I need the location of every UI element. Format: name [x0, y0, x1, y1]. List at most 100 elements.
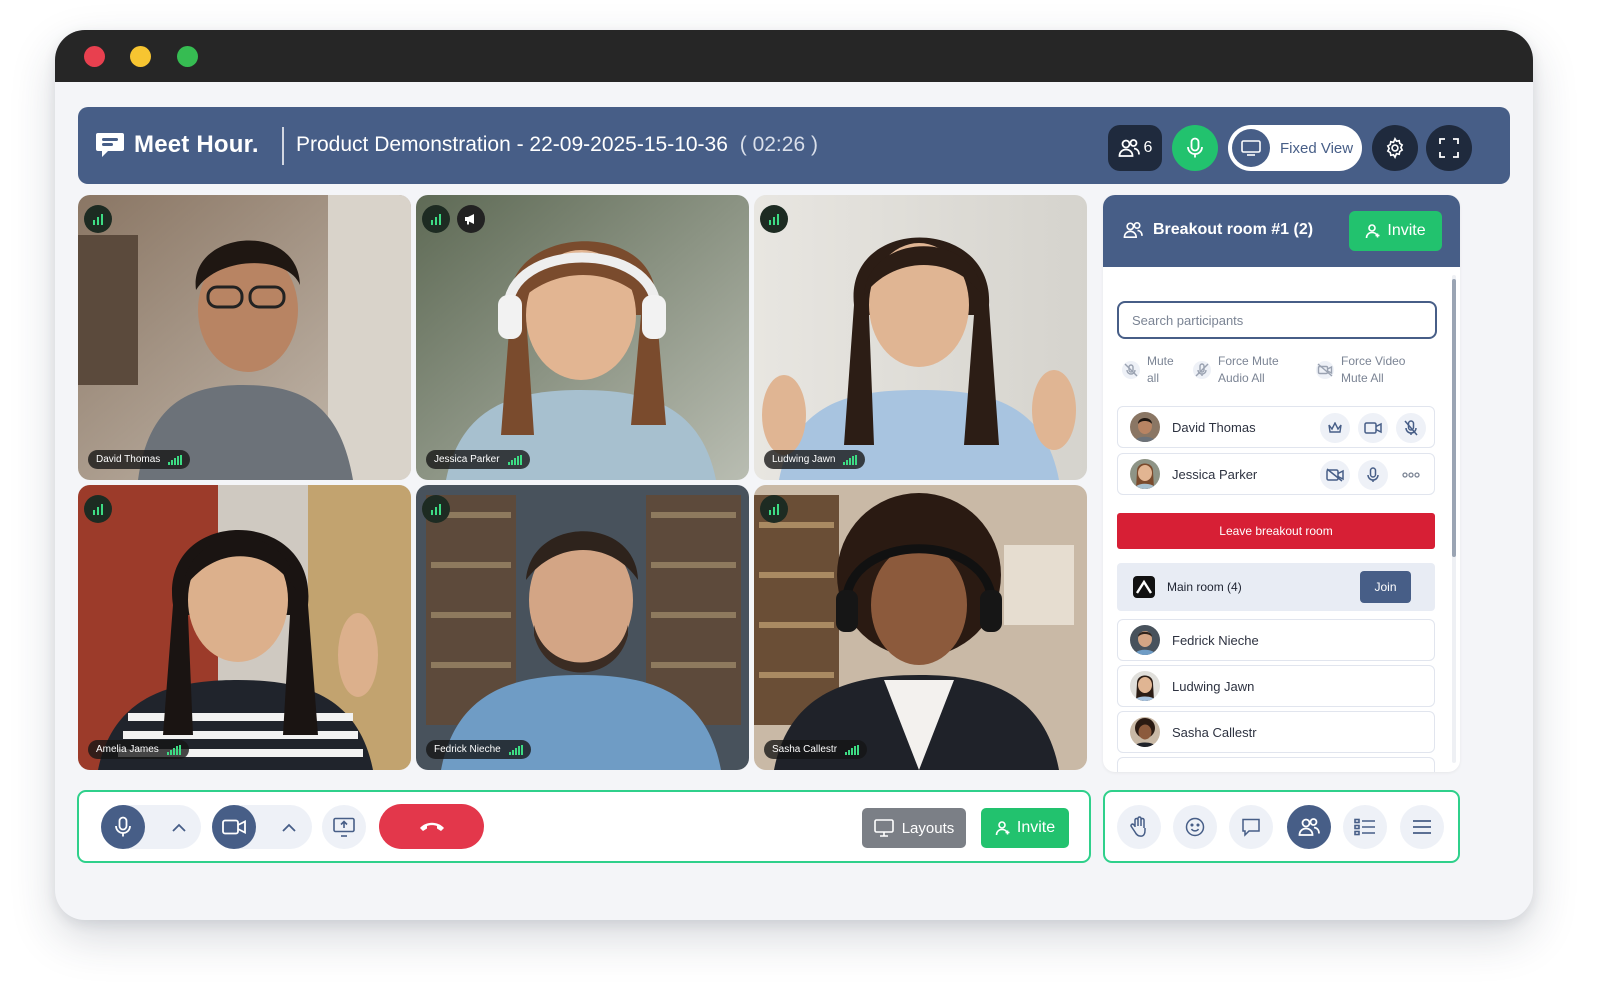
- avatar: [1130, 412, 1160, 442]
- layouts-button[interactable]: Layouts: [862, 808, 966, 848]
- brand-name: Meet Hour.: [134, 131, 259, 158]
- settings-button[interactable]: [1372, 125, 1418, 171]
- secondary-toolbar: [1103, 790, 1460, 863]
- chat-icon: [1242, 818, 1260, 837]
- gear-icon: [1386, 137, 1404, 159]
- camera-options-button[interactable]: [267, 805, 311, 849]
- video-tile[interactable]: Fedrick Nieche: [416, 485, 749, 770]
- participant-name-tag: David Thomas: [88, 450, 191, 469]
- hang-up-icon: [419, 822, 444, 831]
- participant-name: David Thomas: [96, 454, 161, 465]
- action-label-line: Audio All: [1218, 371, 1265, 385]
- brand-logo: Meet Hour.: [94, 129, 259, 161]
- breakout-invite-label: Invite: [1387, 222, 1426, 239]
- action-label-line: Force Mute: [1218, 354, 1279, 368]
- breakout-invite-button[interactable]: Invite: [1349, 211, 1442, 251]
- mic-options-button[interactable]: [157, 805, 201, 849]
- video-tile[interactable]: Ludwing Jawn: [754, 195, 1087, 480]
- avatar: [1130, 459, 1160, 489]
- video-off-icon[interactable]: [1320, 460, 1350, 490]
- participants-count-button[interactable]: 6: [1108, 125, 1162, 171]
- search-participants-input[interactable]: [1117, 301, 1437, 339]
- force-mute-audio-action[interactable]: Force Mute Audio All: [1192, 353, 1279, 387]
- toggle-mic-button[interactable]: [101, 805, 145, 849]
- crown-icon[interactable]: [1320, 413, 1350, 443]
- main-room-row[interactable]: Main room (4) Join: [1117, 563, 1435, 611]
- invite-label: Invite: [1016, 819, 1056, 836]
- participant-row[interactable]: Ludwing Jawn: [1117, 665, 1435, 707]
- header-divider: [282, 127, 284, 165]
- video-tile[interactable]: David Thomas: [78, 195, 411, 480]
- video-camera-icon: [222, 819, 246, 835]
- more-menu-button[interactable]: [1400, 805, 1444, 849]
- participant-name-tag: Fedrick Nieche: [426, 740, 531, 759]
- participant-video: [416, 485, 749, 770]
- signal-strength-icon: [760, 205, 788, 233]
- share-screen-button[interactable]: [322, 805, 366, 849]
- breakout-room-name: Breakout room #1 (2): [1153, 221, 1314, 238]
- participants-panel-button[interactable]: [1287, 805, 1331, 849]
- meeting-header: Meet Hour. Product Demonstration - 22-09…: [78, 107, 1510, 184]
- hamburger-menu-icon: [1413, 820, 1431, 834]
- fullscreen-button[interactable]: [1426, 125, 1472, 171]
- list-icon: [1354, 818, 1375, 836]
- participant-controls: [1320, 460, 1426, 490]
- participants-icon: [1118, 139, 1140, 157]
- scrollbar-thumb[interactable]: [1452, 279, 1456, 557]
- chat-button[interactable]: [1229, 805, 1273, 849]
- signal-strength-icon: [84, 205, 112, 233]
- raise-hand-icon: [1130, 816, 1146, 837]
- chevron-up-icon: [172, 823, 186, 832]
- header-mic-button[interactable]: [1172, 125, 1218, 171]
- participant-name: Jessica Parker: [434, 454, 500, 465]
- leave-breakout-room-button[interactable]: Leave breakout room: [1117, 513, 1435, 549]
- participant-name: Fedrick Nieche: [1172, 632, 1259, 648]
- participant-name-tag: Jessica Parker: [426, 450, 530, 469]
- mute-all-action[interactable]: Mute all: [1121, 353, 1174, 387]
- smiley-icon: [1185, 817, 1205, 837]
- video-tile[interactable]: Sasha Callestr: [754, 485, 1087, 770]
- participant-row[interactable]: Sasha Callestr: [1117, 711, 1435, 753]
- mini-signal-icon: [508, 744, 523, 755]
- action-label-line: Mute All: [1341, 371, 1384, 385]
- participant-video: [754, 195, 1087, 480]
- panel-scrollbar[interactable]: [1452, 275, 1456, 763]
- microphone-icon[interactable]: [1358, 460, 1388, 490]
- breakout-rooms-button[interactable]: [1343, 805, 1387, 849]
- mini-signal-icon: [168, 454, 183, 465]
- video-camera-icon[interactable]: [1358, 413, 1388, 443]
- meeting-title: Product Demonstration - 22-09-2025-15-10…: [296, 133, 818, 157]
- participant-row[interactable]: Fedrick Nieche: [1117, 619, 1435, 661]
- force-video-mute-action[interactable]: Force Video Mute All: [1315, 353, 1405, 387]
- participant-name-tag: Amelia James: [88, 740, 189, 759]
- mini-signal-icon: [843, 454, 858, 465]
- participant-name: Jessica Parker: [1172, 466, 1258, 482]
- video-off-icon: [1316, 361, 1334, 379]
- participant-name: David Thomas: [1172, 419, 1256, 435]
- participant-row[interactable]: Jessica Parker: [1117, 453, 1435, 495]
- raise-hand-button[interactable]: [1117, 805, 1161, 849]
- avatar: [1130, 625, 1160, 655]
- invite-button[interactable]: Invite: [981, 808, 1069, 848]
- participant-row[interactable]: David Thomas: [1117, 406, 1435, 448]
- participant-video: [78, 195, 411, 480]
- video-tile[interactable]: Jessica Parker: [416, 195, 749, 480]
- maximize-window-dot[interactable]: [177, 46, 198, 67]
- view-mode-button[interactable]: Fixed View: [1228, 125, 1362, 171]
- toggle-camera-button[interactable]: [212, 805, 256, 849]
- join-main-room-button[interactable]: Join: [1360, 571, 1411, 603]
- reactions-button[interactable]: [1173, 805, 1217, 849]
- video-tile[interactable]: Amelia James: [78, 485, 411, 770]
- mini-signal-icon: [507, 454, 522, 465]
- participant-row-partial[interactable]: [1117, 757, 1435, 772]
- close-window-dot[interactable]: [84, 46, 105, 67]
- end-call-button[interactable]: [379, 804, 484, 849]
- signal-strength-icon: [760, 495, 788, 523]
- mic-off-icon[interactable]: [1396, 413, 1426, 443]
- participant-name: Sasha Callestr: [1172, 724, 1257, 740]
- more-options-icon[interactable]: [1396, 460, 1426, 490]
- minimize-window-dot[interactable]: [130, 46, 151, 67]
- window-titlebar: [55, 30, 1533, 82]
- main-room-logo-icon: [1133, 576, 1155, 598]
- add-user-icon: [995, 821, 1010, 836]
